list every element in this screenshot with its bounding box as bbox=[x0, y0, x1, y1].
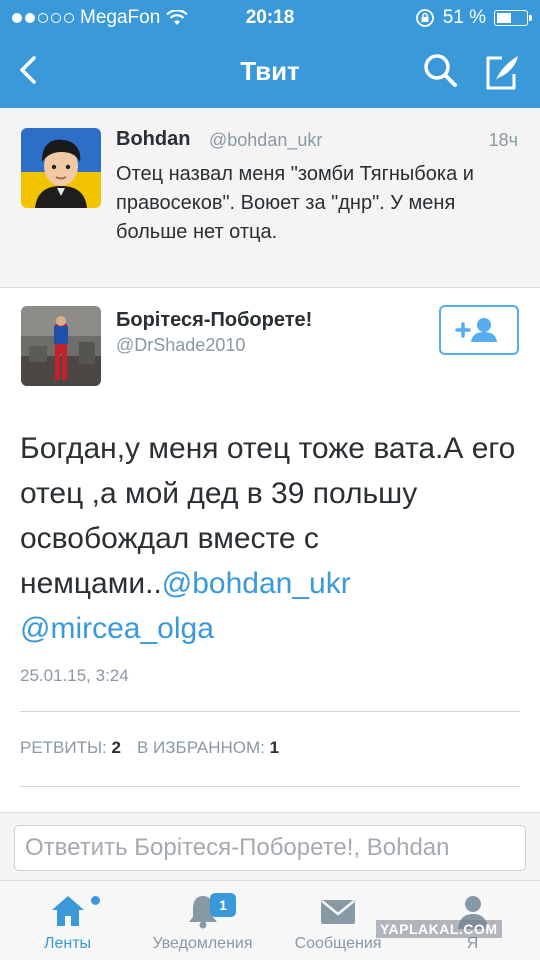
watermark: YAPLAKAL.COM bbox=[376, 920, 502, 938]
parent-tweet[interactable]: Bohdan @bohdan_ukr 18ч Отец назвал меня … bbox=[0, 108, 540, 288]
search-icon[interactable] bbox=[420, 50, 460, 90]
follow-button[interactable] bbox=[439, 305, 519, 355]
parent-author-name[interactable]: Bohdan bbox=[116, 128, 190, 151]
tweet-date: 25.01.15, 3:24 bbox=[20, 666, 129, 685]
reply-bar bbox=[0, 812, 540, 880]
tab-notifications[interactable]: Уведомления bbox=[140, 881, 265, 960]
battery-icon bbox=[494, 10, 532, 26]
home-icon bbox=[51, 896, 84, 926]
parent-tweet-text: Отец назвал меня "зомби Тягныбока и прав… bbox=[116, 163, 474, 243]
avatar-cartoon-icon bbox=[21, 128, 101, 208]
tab-home-label: Ленты bbox=[43, 935, 92, 952]
main-tweet-text: Богдан,у меня отец тоже вата.А его отец … bbox=[20, 426, 530, 651]
add-user-icon bbox=[455, 318, 497, 342]
new-content-dot bbox=[91, 896, 100, 905]
main-avatar[interactable] bbox=[21, 306, 101, 386]
envelope-icon bbox=[321, 900, 355, 924]
mention-link[interactable]: @mircea_olga bbox=[20, 612, 214, 645]
battery-percent: 51 % bbox=[442, 7, 486, 28]
tweet-stats: РЕТВИТЫ: 2 В ИЗБРАННОМ: 1 bbox=[20, 738, 279, 758]
reply-input[interactable] bbox=[14, 825, 526, 871]
tab-home[interactable]: Ленты bbox=[10, 881, 125, 960]
compose-icon[interactable] bbox=[480, 50, 524, 94]
avatar[interactable] bbox=[21, 128, 101, 208]
notification-badge: 1 bbox=[210, 893, 236, 917]
rotation-lock-icon bbox=[415, 9, 434, 27]
avatar-photo-icon bbox=[21, 306, 101, 386]
status-bar: MegaFon 20:18 51 % bbox=[0, 0, 540, 36]
retweets-stat[interactable]: РЕТВИТЫ: 2 bbox=[20, 738, 121, 758]
parent-author-handle[interactable]: @bohdan_ukr bbox=[209, 130, 322, 151]
favorites-stat[interactable]: В ИЗБРАННОМ: 1 bbox=[137, 738, 279, 758]
nav-bar: Твит bbox=[0, 36, 540, 108]
divider bbox=[20, 786, 520, 787]
status-right: 51 % bbox=[415, 7, 532, 29]
top-bar: MegaFon 20:18 51 % Твит bbox=[0, 0, 540, 108]
divider bbox=[20, 711, 520, 712]
main-author-handle[interactable]: @DrShade2010 bbox=[116, 335, 245, 356]
main-author-name[interactable]: Борітеся-Поборете! bbox=[116, 309, 312, 332]
mention-link[interactable]: @bohdan_ukr bbox=[162, 567, 351, 600]
tab-notifications-label: Уведомления bbox=[152, 935, 253, 952]
parent-tweet-time: 18ч bbox=[488, 130, 518, 150]
